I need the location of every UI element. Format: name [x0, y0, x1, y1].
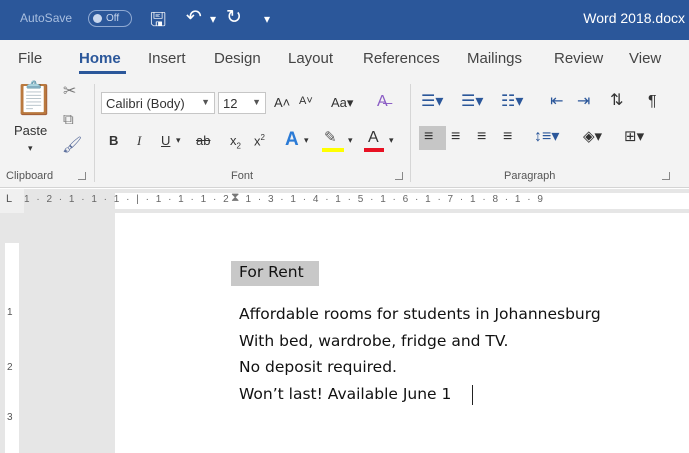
undo-dropdown-icon[interactable]: ▾ — [210, 12, 216, 26]
tab-layout[interactable]: Layout — [288, 50, 333, 67]
vertical-ruler-mark: 1 — [7, 307, 13, 318]
clipboard-launcher-icon[interactable] — [78, 172, 86, 180]
font-color-icon[interactable]: A — [368, 130, 379, 146]
ribbon-tabs: File Home Insert Design Layout Reference… — [0, 40, 689, 78]
text-cursor — [472, 385, 473, 405]
paragraph-launcher-icon[interactable] — [662, 172, 670, 180]
paste-button[interactable]: Paste — [14, 124, 47, 137]
autosave-label: AutoSave — [20, 11, 73, 25]
tab-references[interactable]: References — [363, 50, 440, 67]
chevron-down-icon: ▼ — [252, 97, 261, 107]
document-heading[interactable]: For Rent — [239, 263, 304, 281]
vertical-ruler-mark: 2 — [7, 362, 13, 373]
shrink-font-icon[interactable]: A˅ — [299, 96, 313, 107]
tab-view[interactable]: View — [629, 50, 661, 67]
chevron-down-icon[interactable]: ▾ — [304, 136, 309, 145]
line-spacing-icon[interactable]: ↕≡▾ — [534, 129, 559, 145]
justify-icon[interactable]: ≡ — [503, 129, 512, 145]
font-color-swatch — [364, 148, 384, 152]
paste-dropdown-icon[interactable]: ▾ — [28, 144, 33, 153]
change-case-icon[interactable]: Aa▾ — [331, 96, 353, 109]
document-line[interactable]: With bed, wardrobe, fridge and TV. — [239, 332, 508, 350]
font-size-value: 12 — [223, 96, 238, 111]
document-line[interactable]: Affordable rooms for students in Johanne… — [239, 305, 601, 323]
chevron-down-icon: ▼ — [201, 97, 210, 107]
paste-icon[interactable]: 📋 — [14, 82, 54, 114]
font-launcher-icon[interactable] — [395, 172, 403, 180]
grow-font-icon[interactable]: A˄ — [274, 96, 290, 109]
clipboard-group-label: Clipboard — [6, 170, 54, 182]
document-title: Word 2018.docx — [583, 10, 685, 26]
horizontal-ruler[interactable]: 1 · 2 · 1 · 1 · 1 · | · 1 · 1 · 1 · 2 · … — [24, 189, 689, 213]
format-painter-icon[interactable]: 🖌 — [62, 138, 82, 154]
subscript-icon[interactable]: x2 — [230, 134, 241, 151]
underline-icon[interactable]: U — [161, 134, 170, 147]
undo-icon[interactable]: ↶ — [186, 6, 202, 29]
tab-review[interactable]: Review — [554, 50, 603, 67]
copy-icon[interactable]: ⧉ — [63, 112, 74, 127]
align-left-icon: ≡ — [424, 128, 434, 145]
customize-qat-icon[interactable]: ▾ — [264, 12, 270, 26]
tab-home[interactable]: Home — [79, 50, 121, 67]
group-separator — [94, 84, 95, 182]
superscript-icon[interactable]: x2 — [254, 134, 265, 148]
font-size-combo[interactable]: 12 ▼ — [218, 92, 266, 114]
cut-icon[interactable]: ✂ — [63, 84, 76, 100]
strikethrough-icon[interactable]: ab — [196, 134, 210, 147]
left-tab-icon: L — [6, 193, 13, 205]
increase-indent-icon[interactable]: ⇥ — [577, 94, 590, 110]
text-effects-icon[interactable]: A — [285, 130, 299, 149]
chevron-down-icon[interactable]: ▾ — [348, 136, 353, 145]
italic-icon[interactable]: I — [137, 134, 141, 147]
numbering-icon[interactable]: ☰▾ — [461, 94, 483, 110]
paragraph-group-label: Paragraph — [504, 170, 556, 182]
bold-icon[interactable]: B — [109, 134, 118, 147]
highlight-color-swatch — [322, 148, 344, 152]
decrease-indent-icon[interactable]: ⇤ — [550, 94, 563, 110]
multilevel-list-icon[interactable]: ☷▾ — [501, 94, 523, 110]
document-line[interactable]: No deposit required. — [239, 358, 397, 376]
ribbon-home: 📋 Paste ▾ ✂ ⧉ 🖌 Clipboard Calibri (Body)… — [0, 78, 689, 188]
tab-insert[interactable]: Insert — [148, 50, 186, 67]
tab-file[interactable]: File — [18, 50, 42, 67]
vertical-ruler[interactable]: 1 2 3 — [0, 213, 24, 453]
font-name-value: Calibri (Body) — [106, 96, 185, 111]
chevron-down-icon[interactable]: ▾ — [176, 136, 181, 145]
title-bar: AutoSave Off 🖫 ↶ ▾ ↻ ▾ Word 2018.docx — [0, 0, 689, 40]
save-icon[interactable]: 🖫 — [150, 6, 166, 38]
redo-icon[interactable]: ↻ — [226, 6, 242, 29]
align-right-icon[interactable]: ≡ — [477, 129, 486, 145]
document-line[interactable]: Won’t last! Available June 1 — [239, 385, 451, 403]
font-group-label: Font — [231, 170, 254, 182]
active-tab-indicator — [79, 71, 126, 74]
group-separator — [410, 84, 411, 182]
sort-icon[interactable]: ⇅ — [610, 93, 623, 109]
chevron-down-icon[interactable]: ▾ — [389, 136, 394, 145]
font-name-combo[interactable]: Calibri (Body) ▼ — [101, 92, 215, 114]
bullets-icon[interactable]: ☰▾ — [421, 94, 443, 110]
autosave-state: Off — [106, 13, 120, 24]
autosave-toggle[interactable]: Off — [88, 10, 132, 27]
vertical-ruler-mark: 3 — [7, 412, 13, 423]
align-center-icon[interactable]: ≡ — [451, 129, 460, 145]
highlight-icon[interactable]: ✎ — [324, 130, 337, 145]
show-formatting-icon[interactable]: ¶ — [648, 94, 657, 110]
ruler-marks: 1 · 2 · 1 · 1 · 1 · | · 1 · 1 · 1 · 2 · … — [24, 194, 545, 205]
shading-icon[interactable]: ◈▾ — [583, 129, 602, 144]
clear-formatting-icon[interactable]: A̶ — [377, 94, 388, 110]
tab-design[interactable]: Design — [214, 50, 261, 67]
tab-selector[interactable]: L — [0, 189, 24, 213]
borders-icon[interactable]: ⊞▾ — [624, 129, 644, 144]
tab-mailings[interactable]: Mailings — [467, 50, 522, 67]
toggle-knob — [93, 14, 102, 23]
indent-marker-icon[interactable]: ⧗ — [231, 190, 239, 205]
